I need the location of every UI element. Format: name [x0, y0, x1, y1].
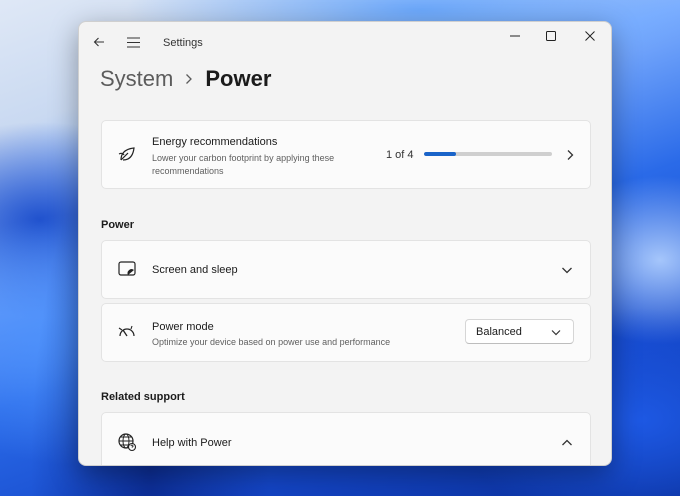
maximize-icon — [546, 31, 556, 41]
hamburger-menu-icon — [126, 36, 140, 48]
navigation-menu-button[interactable] — [119, 28, 147, 56]
screen-and-sleep-label: Screen and sleep — [152, 264, 238, 276]
screen-sleep-icon — [116, 258, 138, 280]
title-bar: Settings — [79, 22, 611, 62]
help-with-power-card[interactable]: Help with Power — [101, 412, 591, 465]
help-with-power-label: Help with Power — [152, 437, 232, 449]
chevron-up-icon — [558, 434, 576, 452]
energy-recommendations-card[interactable]: Energy recommendations Lower your carbon… — [101, 120, 591, 189]
chevron-down-icon — [558, 261, 576, 279]
settings-window: Settings System Power Energy recommendat… — [78, 21, 612, 466]
leaf-icon — [116, 143, 138, 165]
back-button[interactable] — [85, 28, 113, 56]
gauge-icon — [116, 321, 138, 343]
power-mode-selected-value: Balanced — [476, 326, 522, 338]
minimize-button[interactable] — [495, 22, 535, 50]
power-mode-description: Optimize your device based on power use … — [152, 337, 391, 347]
breadcrumb-chevron-icon — [185, 73, 193, 85]
progress-bar — [424, 152, 552, 156]
energy-recommendations-title: Energy recommendations — [152, 136, 278, 148]
chevron-right-icon — [561, 146, 579, 164]
breadcrumb: System Power — [100, 62, 271, 96]
power-mode-card: Power mode Optimize your device based on… — [101, 303, 591, 362]
globe-help-icon — [116, 431, 138, 453]
chevron-down-icon — [549, 325, 563, 339]
related-support-heading: Related support — [101, 391, 185, 403]
page-title: Power — [205, 66, 272, 91]
energy-recommendations-subtitle-line1: Lower your carbon footprint by applying … — [152, 153, 335, 163]
maximize-button[interactable] — [531, 22, 571, 50]
energy-recommendations-subtitle-line2: recommendations — [152, 166, 224, 176]
app-title: Settings — [163, 37, 203, 49]
power-mode-label: Power mode — [152, 321, 214, 333]
close-icon — [585, 31, 595, 41]
power-section-heading: Power — [101, 219, 135, 231]
minimize-icon — [510, 35, 520, 37]
power-mode-dropdown[interactable]: Balanced — [465, 319, 574, 344]
progress-bar-fill — [424, 152, 456, 156]
breadcrumb-parent-system[interactable]: System — [100, 66, 173, 92]
back-arrow-icon — [93, 37, 104, 47]
close-button[interactable] — [570, 22, 610, 50]
progress-count-text: 1 of 4 — [386, 149, 414, 161]
screen-and-sleep-card[interactable]: Screen and sleep — [101, 240, 591, 299]
